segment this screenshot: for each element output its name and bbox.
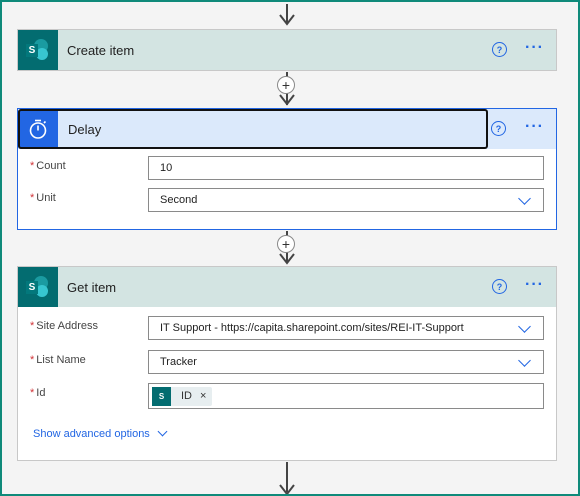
remove-token-icon[interactable]: × xyxy=(200,390,206,402)
count-label: * Count xyxy=(30,160,66,172)
sharepoint-icon: S xyxy=(18,30,58,70)
unit-label: * Unit xyxy=(30,192,56,204)
list-name-row: * List Name Tracker xyxy=(18,350,556,376)
site-address-label: * Site Address xyxy=(30,320,99,332)
create-item-title: Create item xyxy=(67,42,135,58)
delay-header[interactable]: Delay ? ··· xyxy=(18,109,556,149)
site-address-row: * Site Address IT Support - https://capit… xyxy=(18,316,556,342)
help-icon[interactable]: ? xyxy=(492,42,507,57)
show-advanced-options-link[interactable]: Show advanced options xyxy=(33,426,168,440)
list-name-dropdown[interactable]: Tracker xyxy=(148,350,544,374)
sharepoint-icon: S xyxy=(18,267,58,307)
get-item-title: Get item xyxy=(67,279,117,295)
id-label: * Id xyxy=(30,387,46,399)
chevron-down-icon xyxy=(518,320,531,333)
more-options-icon[interactable]: ··· xyxy=(525,40,544,56)
list-name-label: * List Name xyxy=(30,354,86,366)
id-input[interactable]: S ID × xyxy=(148,383,544,409)
get-item-header[interactable]: S Get item ? ··· xyxy=(18,267,556,307)
get-item-card[interactable]: S Get item ? ··· * Site Address IT Suppor… xyxy=(17,266,557,461)
sharepoint-icon: S xyxy=(152,386,171,406)
more-options-icon[interactable]: ··· xyxy=(525,277,544,293)
id-row: * Id S ID × xyxy=(18,383,556,409)
delay-card[interactable]: Delay ? ··· * Count 10 * Unit Second xyxy=(17,108,557,230)
delay-header-focus-outline xyxy=(18,109,488,149)
unit-dropdown[interactable]: Second xyxy=(148,188,544,212)
help-icon[interactable]: ? xyxy=(491,121,506,136)
dynamic-content-token[interactable]: S ID × xyxy=(152,386,213,406)
count-row: * Count 10 xyxy=(18,156,556,182)
unit-row: * Unit Second xyxy=(18,188,556,214)
help-icon[interactable]: ? xyxy=(492,279,507,294)
insert-step-button[interactable]: + xyxy=(277,76,295,94)
create-item-card[interactable]: S Create item ? ··· xyxy=(17,29,557,71)
chevron-down-icon xyxy=(518,192,531,205)
count-input[interactable]: 10 xyxy=(148,156,544,180)
more-options-icon[interactable]: ··· xyxy=(525,119,544,135)
chevron-down-icon xyxy=(157,426,168,437)
chevron-down-icon xyxy=(518,354,531,367)
insert-step-button[interactable]: + xyxy=(277,235,295,253)
site-address-dropdown[interactable]: IT Support - https://capita.sharepoint.c… xyxy=(148,316,544,340)
token-label: ID xyxy=(181,390,192,402)
create-item-header[interactable]: S Create item ? ··· xyxy=(18,30,556,70)
